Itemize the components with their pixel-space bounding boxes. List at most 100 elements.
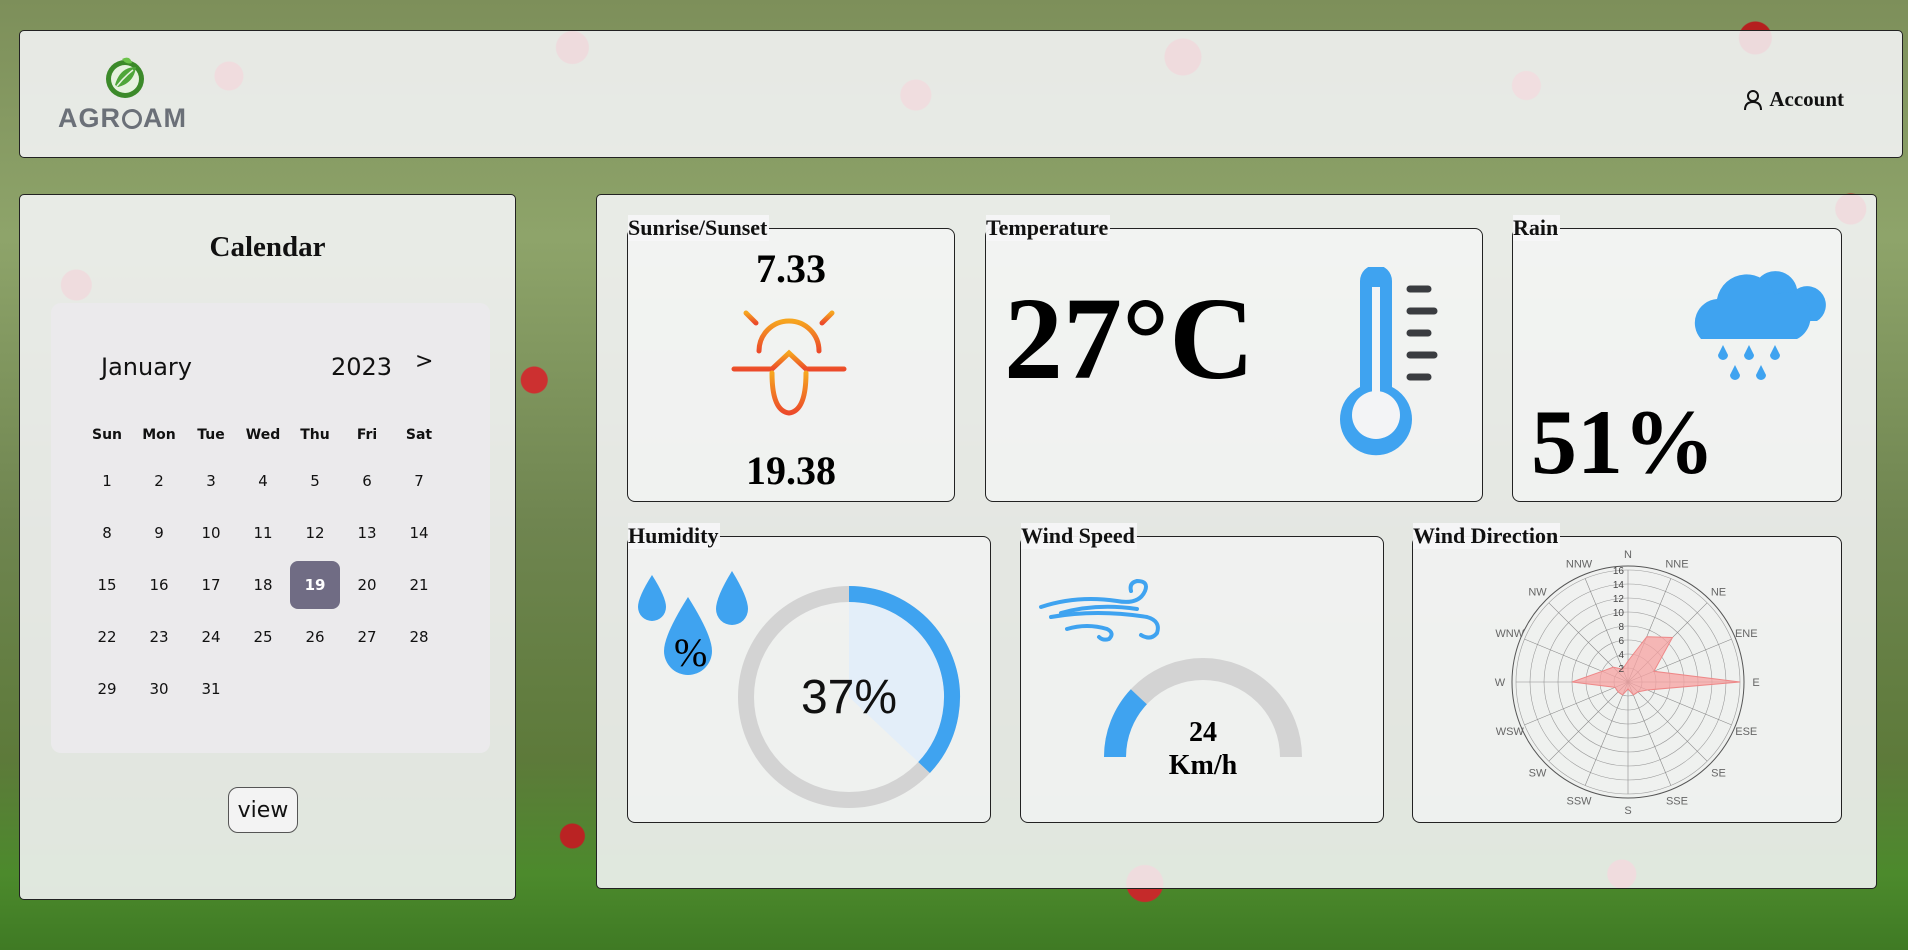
rain-title: Rain <box>1513 215 1561 241</box>
calendar-day[interactable]: 27 <box>341 611 393 663</box>
calendar-day-label: 27 <box>357 628 377 646</box>
rose-direction-label: SSW <box>1566 795 1592 807</box>
sunset-value: 19.38 <box>746 448 836 493</box>
calendar-day[interactable]: 5 <box>289 455 341 507</box>
rose-direction-label: SE <box>1711 768 1726 780</box>
rose-direction-label: NE <box>1711 586 1726 598</box>
calendar-day-label: 24 <box>201 628 221 646</box>
calendar-day[interactable]: 21 <box>393 559 445 611</box>
sunrise-icon <box>729 294 849 416</box>
calendar-day[interactable]: 28 <box>393 611 445 663</box>
calendar-day-label: 16 <box>149 576 169 594</box>
calendar-day[interactable]: 29 <box>81 663 133 715</box>
calendar-day-label: 5 <box>310 472 320 490</box>
rose-direction-label: NW <box>1528 586 1547 598</box>
weekday-header: Mon <box>142 427 176 443</box>
calendar-day[interactable]: 24 <box>185 611 237 663</box>
user-icon <box>1744 89 1763 110</box>
calendar-day[interactable]: 12 <box>289 507 341 559</box>
rain-cloud-icon <box>1694 271 1826 380</box>
rose-data-area <box>1571 636 1741 696</box>
temperature-card: Temperature 27°C <box>985 215 1483 502</box>
rose-direction-label: WSW <box>1496 726 1525 738</box>
calendar-day-label: 20 <box>357 576 377 594</box>
calendar-day[interactable]: 15 <box>81 559 133 611</box>
rose-spoke <box>1627 681 1708 762</box>
calendar-day[interactable]: 1 <box>81 455 133 507</box>
weekday-header: Wed <box>245 427 281 443</box>
rose-direction-label: E <box>1752 677 1759 689</box>
calendar-day[interactable]: 22 <box>81 611 133 663</box>
calendar-day[interactable]: 8 <box>81 507 133 559</box>
calendar-panel: Calendar January 2023 > Sun Mon Tue Wed Thu F… <box>19 194 516 900</box>
calendar-day[interactable]: 6 <box>341 455 393 507</box>
calendar-day[interactable]: 3 <box>185 455 237 507</box>
calendar-day[interactable]: 30 <box>133 663 185 715</box>
calendar-day-selected[interactable]: 19 <box>289 559 341 611</box>
calendar-day[interactable]: 20 <box>341 559 393 611</box>
calendar-day-label: 21 <box>409 576 429 594</box>
calendar-day[interactable]: 9 <box>133 507 185 559</box>
wind-speed-unit: Km/h <box>1168 750 1238 781</box>
calendar-day[interactable]: 26 <box>289 611 341 663</box>
calendar-day[interactable]: 7 <box>393 455 445 507</box>
calendar-day-label: 4 <box>258 472 268 490</box>
calendar-day[interactable]: 18 <box>237 559 289 611</box>
humidity-icon-label: % <box>674 630 708 675</box>
calendar-year: 2023 <box>331 353 393 381</box>
rose-radial-tick: 16 <box>1613 566 1625 577</box>
thermometer-icon <box>1340 267 1438 456</box>
calendar-day-label: 28 <box>409 628 429 646</box>
calendar-day[interactable]: 13 <box>341 507 393 559</box>
agroam-logo[interactable]: AGR AM <box>58 55 198 139</box>
humidity-title: Humidity <box>628 523 721 549</box>
wind-direction-card: Wind Direction N NNE NE ENE E ESE SE SSE S SSW SW W… <box>1412 523 1842 823</box>
calendar-day-label: 13 <box>357 524 377 542</box>
calendar-day-label: 7 <box>414 472 424 490</box>
account-link[interactable]: Account <box>1743 87 1844 112</box>
calendar-day-label: 11 <box>253 524 273 542</box>
calendar-day-label: 3 <box>206 472 216 490</box>
calendar-day[interactable]: 4 <box>237 455 289 507</box>
rose-direction-label: NNE <box>1665 559 1688 571</box>
calendar-day[interactable]: 23 <box>133 611 185 663</box>
logo-text: AGR AM <box>58 103 187 133</box>
calendar-grid: Sun Mon Tue Wed Thu Fri Sat 1 2 3 4 5 6 7 8 9 10 11 12 13 14… <box>81 415 445 715</box>
rose-direction-label: W <box>1495 677 1506 689</box>
calendar-day[interactable]: 14 <box>393 507 445 559</box>
calendar-title: Calendar <box>209 231 326 263</box>
calendar-day[interactable]: 16 <box>133 559 185 611</box>
view-button[interactable]: view <box>228 787 298 833</box>
calendar-day-label: 10 <box>201 524 221 542</box>
calendar-day-label: 26 <box>305 628 325 646</box>
temperature-title: Temperature <box>986 215 1111 241</box>
calendar-day-label: 1 <box>102 472 112 490</box>
calendar-day-label: 31 <box>201 680 221 698</box>
rose-direction-label: S <box>1624 805 1631 817</box>
calendar-day[interactable]: 2 <box>133 455 185 507</box>
account-label: Account <box>1769 87 1844 111</box>
rose-radial-tick: 4 <box>1618 650 1624 661</box>
header-bar: AGR AM Account <box>19 30 1903 158</box>
calendar-day-label: 14 <box>409 524 429 542</box>
rose-direction-label: WNW <box>1495 628 1524 640</box>
calendar-day[interactable]: 11 <box>237 507 289 559</box>
temperature-value: 27°C <box>1004 273 1255 404</box>
next-month-button[interactable]: > <box>415 349 433 374</box>
calendar-day-label: 29 <box>97 680 117 698</box>
weekday-header: Thu <box>300 427 330 443</box>
rose-direction-label: NNW <box>1566 559 1593 571</box>
rose-radial-tick: 14 <box>1613 580 1625 591</box>
calendar-day[interactable]: 31 <box>185 663 237 715</box>
calendar-day[interactable]: 17 <box>185 559 237 611</box>
calendar-day-label: 30 <box>149 680 169 698</box>
rose-spoke <box>1584 681 1629 786</box>
calendar-day-label: 6 <box>362 472 372 490</box>
wind-speed-value: 24 <box>1189 717 1217 748</box>
wind-rose-chart: N NNE NE ENE E ESE SE SSE S SSW SW WSW W WNW NW NNW 2 4 6 8… <box>1495 549 1760 817</box>
humidity-value: 37% <box>800 671 898 724</box>
calendar-day[interactable]: 10 <box>185 507 237 559</box>
rose-radial-tick: 10 <box>1613 608 1625 619</box>
calendar-day[interactable]: 25 <box>237 611 289 663</box>
calendar-widget: January 2023 > Sun Mon Tue Wed Thu Fri Sat 1 2 3 4… <box>51 303 490 753</box>
